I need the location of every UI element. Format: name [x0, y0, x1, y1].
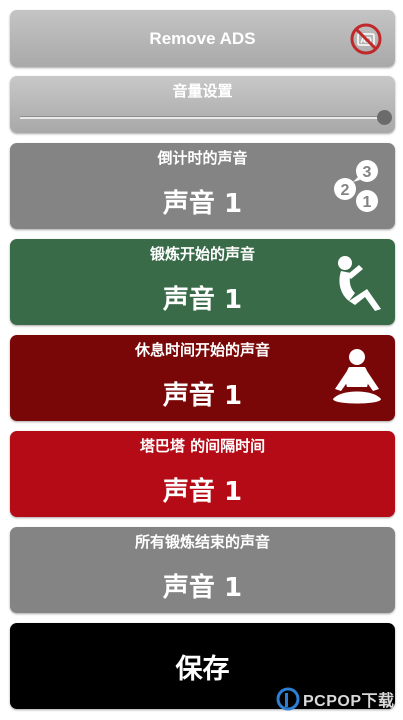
countdown-sound-button[interactable]: 倒计时的声音 声音 1 3 2 1	[10, 143, 395, 229]
workout-finish-sound-label: 所有锻炼结束的声音	[134, 533, 270, 551]
exercise-start-sound-button[interactable]: 锻炼开始的声音 声音 1	[10, 239, 395, 325]
tabata-interval-sound-value: 声音 1	[162, 477, 243, 507]
sit-up-exercise-icon	[338, 256, 381, 311]
remove-ads-button[interactable]: Remove ADS AD	[10, 10, 395, 67]
workout-finish-sound-value: 声音 1	[162, 573, 243, 603]
volume-slider-thumb[interactable]	[377, 110, 392, 125]
save-label: 保存	[175, 653, 230, 685]
watermark-text: PCPOP下载	[303, 693, 395, 710]
meditation-rest-icon	[333, 349, 381, 404]
svg-text:1: 1	[363, 194, 372, 211]
no-ads-icon: AD	[350, 23, 382, 55]
volume-settings-panel: 音量设置	[10, 76, 395, 133]
workout-finish-sound-button[interactable]: 所有锻炼结束的声音 声音 1	[10, 527, 395, 613]
remove-ads-label: Remove ADS	[149, 28, 256, 48]
pcpop-logo-icon	[276, 687, 300, 711]
tabata-interval-sound-button[interactable]: 塔巴塔 的间隔时间 声音 1	[10, 431, 395, 517]
countdown-numbers-icon: 3 2 1	[334, 160, 378, 212]
watermark: PCPOP下载	[276, 684, 403, 714]
tabata-interval-sound-label: 塔巴塔 的间隔时间	[139, 437, 266, 455]
svg-text:2: 2	[341, 182, 350, 199]
volume-slider-track[interactable]	[20, 116, 381, 119]
svg-text:3: 3	[363, 164, 372, 181]
rest-start-sound-button[interactable]: 休息时间开始的声音 声音 1	[10, 335, 395, 421]
volume-title: 音量设置	[172, 82, 233, 100]
